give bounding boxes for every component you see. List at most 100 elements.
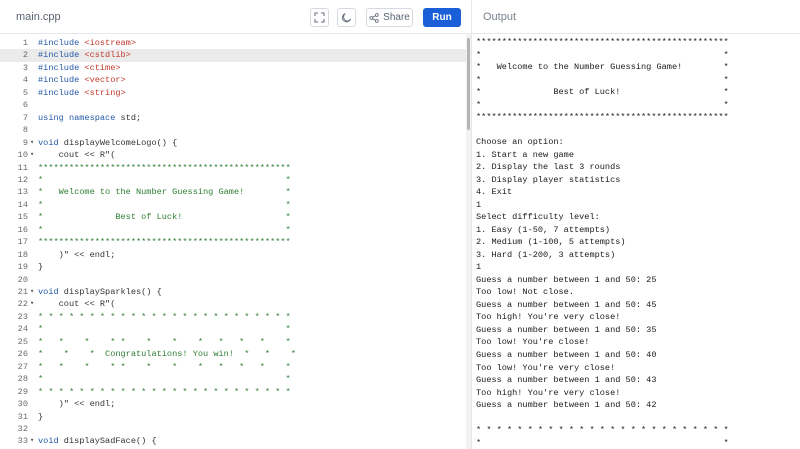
editor-header: main.cpp Share Run Output bbox=[0, 0, 800, 34]
code-line[interactable]: 21 ▾ void displaySparkles() { bbox=[0, 286, 466, 298]
output-line: Too low! You're close! bbox=[476, 337, 590, 348]
code-token: displaySparkles() { bbox=[63, 287, 162, 297]
code-text: * * * * * * * * * * * * * * * * * * * * … bbox=[38, 311, 291, 323]
line-number: 4 bbox=[22, 75, 28, 86]
code-line[interactable]: 12 * * bbox=[0, 174, 466, 186]
line-number: 9 bbox=[22, 137, 28, 148]
code-line[interactable]: 25 * * * * * * * * * * * * bbox=[0, 336, 466, 348]
output-line: * Best of Luck! * bbox=[476, 87, 729, 98]
code-token: <string> bbox=[84, 87, 126, 98]
code-line[interactable]: 10 ▾ cout << R"( bbox=[0, 149, 466, 161]
code-line[interactable]: 16 * * bbox=[0, 224, 466, 236]
line-number: 26 bbox=[17, 349, 28, 360]
output-line: Too low! You're very close! bbox=[476, 362, 616, 373]
fold-toggle-icon[interactable]: ▾ bbox=[30, 149, 34, 161]
fold-toggle-icon[interactable]: ▾ bbox=[30, 298, 34, 310]
code-line[interactable]: 4 #include <vector> bbox=[0, 74, 466, 86]
fold-toggle-icon[interactable]: ▾ bbox=[30, 286, 34, 298]
code-text: } bbox=[38, 261, 43, 273]
code-token: #include bbox=[38, 87, 85, 98]
theme-toggle-button[interactable] bbox=[337, 8, 356, 27]
code-token: )" << endl; bbox=[38, 249, 116, 260]
fold-toggle-icon[interactable]: ▾ bbox=[30, 137, 34, 149]
code-line[interactable]: 3 #include <ctime> bbox=[0, 62, 466, 74]
code-token: void bbox=[38, 436, 64, 447]
output-line: Guess a number between 1 and 50: 43 bbox=[476, 375, 657, 386]
share-button[interactable]: Share bbox=[366, 8, 413, 27]
code-line[interactable]: 2 #include <cstdlib> bbox=[0, 49, 466, 62]
code-token: <vector> bbox=[84, 75, 126, 86]
code-line[interactable]: 31} bbox=[0, 411, 466, 423]
code-line[interactable]: 17 **************************************… bbox=[0, 236, 466, 248]
code-line[interactable]: 14 * * bbox=[0, 199, 466, 211]
code-line[interactable]: 33 ▾ void displaySadFace() { bbox=[0, 435, 466, 447]
code-line[interactable]: 30 )" << endl; bbox=[0, 398, 466, 410]
run-button[interactable]: Run bbox=[423, 8, 461, 27]
code-token: * Welcome to the Number Guessing Game! * bbox=[38, 187, 291, 198]
code-line[interactable]: 18 )" << endl; bbox=[0, 249, 466, 261]
code-line[interactable]: 7 using namespace std; bbox=[0, 112, 466, 124]
code-line[interactable]: 15 * Best of Luck! * bbox=[0, 211, 466, 223]
line-number: 28 bbox=[17, 374, 28, 385]
fullscreen-icon bbox=[314, 12, 325, 23]
code-line[interactable]: 28 * * bbox=[0, 373, 466, 385]
code-line[interactable]: 9 ▾ void displayWelcomeLogo() { bbox=[0, 137, 466, 149]
code-text: * * * Congratulations! You win! * * * bbox=[38, 348, 296, 360]
output-line: 1 bbox=[476, 262, 482, 273]
output-line: 1. Easy (1-50, 7 attempts) bbox=[476, 224, 611, 235]
code-line[interactable]: 26 * * * Congratulations! You win! * * * bbox=[0, 348, 466, 360]
code-line[interactable]: 24 * * bbox=[0, 323, 466, 335]
line-number: 12 bbox=[17, 174, 28, 185]
code-text: * * bbox=[38, 373, 291, 385]
code-editor[interactable]: 1 #include <iostream> 2 #include <cstdlib> 3… bbox=[0, 33, 466, 449]
line-number: 21 bbox=[17, 287, 28, 297]
line-number: 15 bbox=[17, 212, 28, 223]
code-text: * * * * * * * * * * * * bbox=[38, 361, 291, 373]
line-number: 20 bbox=[17, 274, 28, 285]
code-line[interactable]: 29 * * * * * * * * * * * * * * * * * * * … bbox=[0, 386, 466, 398]
editor-scrollbar-thumb[interactable] bbox=[467, 38, 470, 130]
code-line[interactable]: 27 * * * * * * * * * * * * bbox=[0, 361, 466, 373]
code-token: * * bbox=[38, 324, 291, 335]
code-line[interactable]: 19} bbox=[0, 261, 466, 273]
code-token: * Best of Luck! * bbox=[38, 212, 291, 223]
code-text: void displaySparkles() { bbox=[38, 286, 162, 298]
code-text: void displayWelcomeLogo() { bbox=[38, 137, 177, 149]
line-number: 31 bbox=[17, 411, 28, 422]
code-line[interactable]: 32 bbox=[0, 423, 466, 435]
output-line: Guess a number between 1 and 50: 35 bbox=[476, 324, 657, 335]
line-number: 25 bbox=[17, 336, 28, 347]
fold-toggle-icon[interactable]: ▾ bbox=[30, 435, 34, 447]
output-line: Select difficulty level: bbox=[476, 212, 600, 223]
code-token: * * * Congratulations! You win! * * * bbox=[38, 349, 296, 360]
code-text: cout << R"( bbox=[38, 298, 116, 310]
code-token: #include bbox=[38, 50, 85, 61]
code-token: ****************************************… bbox=[38, 237, 291, 248]
line-number: 8 bbox=[22, 125, 28, 136]
line-number: 2 bbox=[22, 50, 28, 61]
output-line: 3. Hard (1-200, 3 attempts) bbox=[476, 249, 616, 260]
file-tab-main-cpp[interactable]: main.cpp bbox=[16, 11, 61, 23]
code-token: #include bbox=[38, 38, 85, 48]
code-line[interactable]: 6 bbox=[0, 99, 466, 111]
code-line[interactable]: 13 * Welcome to the Number Guessing Game!… bbox=[0, 186, 466, 198]
code-token: * * * * * * * * * * * * bbox=[38, 361, 291, 372]
code-line[interactable]: 8 bbox=[0, 124, 466, 136]
line-number: 14 bbox=[17, 199, 28, 210]
fullscreen-button[interactable] bbox=[310, 8, 329, 27]
output-line: ****************************************… bbox=[476, 112, 729, 123]
line-number: 3 bbox=[22, 62, 28, 73]
code-token: #include bbox=[38, 62, 85, 73]
code-line[interactable]: 5 #include <string> bbox=[0, 87, 466, 99]
code-text: cout << R"( bbox=[38, 149, 116, 161]
code-line[interactable]: 1 #include <iostream> bbox=[0, 37, 466, 49]
code-token: } bbox=[38, 262, 44, 273]
line-number: 23 bbox=[17, 311, 28, 322]
code-line[interactable]: 11 **************************************… bbox=[0, 162, 466, 174]
output-tab[interactable]: Output bbox=[483, 11, 516, 23]
code-line[interactable]: 22 ▾ cout << R"( bbox=[0, 298, 466, 310]
code-token: <iostream> bbox=[84, 38, 136, 48]
code-line[interactable]: 23 * * * * * * * * * * * * * * * * * * * … bbox=[0, 311, 466, 323]
code-line[interactable]: 20 bbox=[0, 274, 466, 286]
output-line: 1. Start a new game bbox=[476, 149, 574, 160]
